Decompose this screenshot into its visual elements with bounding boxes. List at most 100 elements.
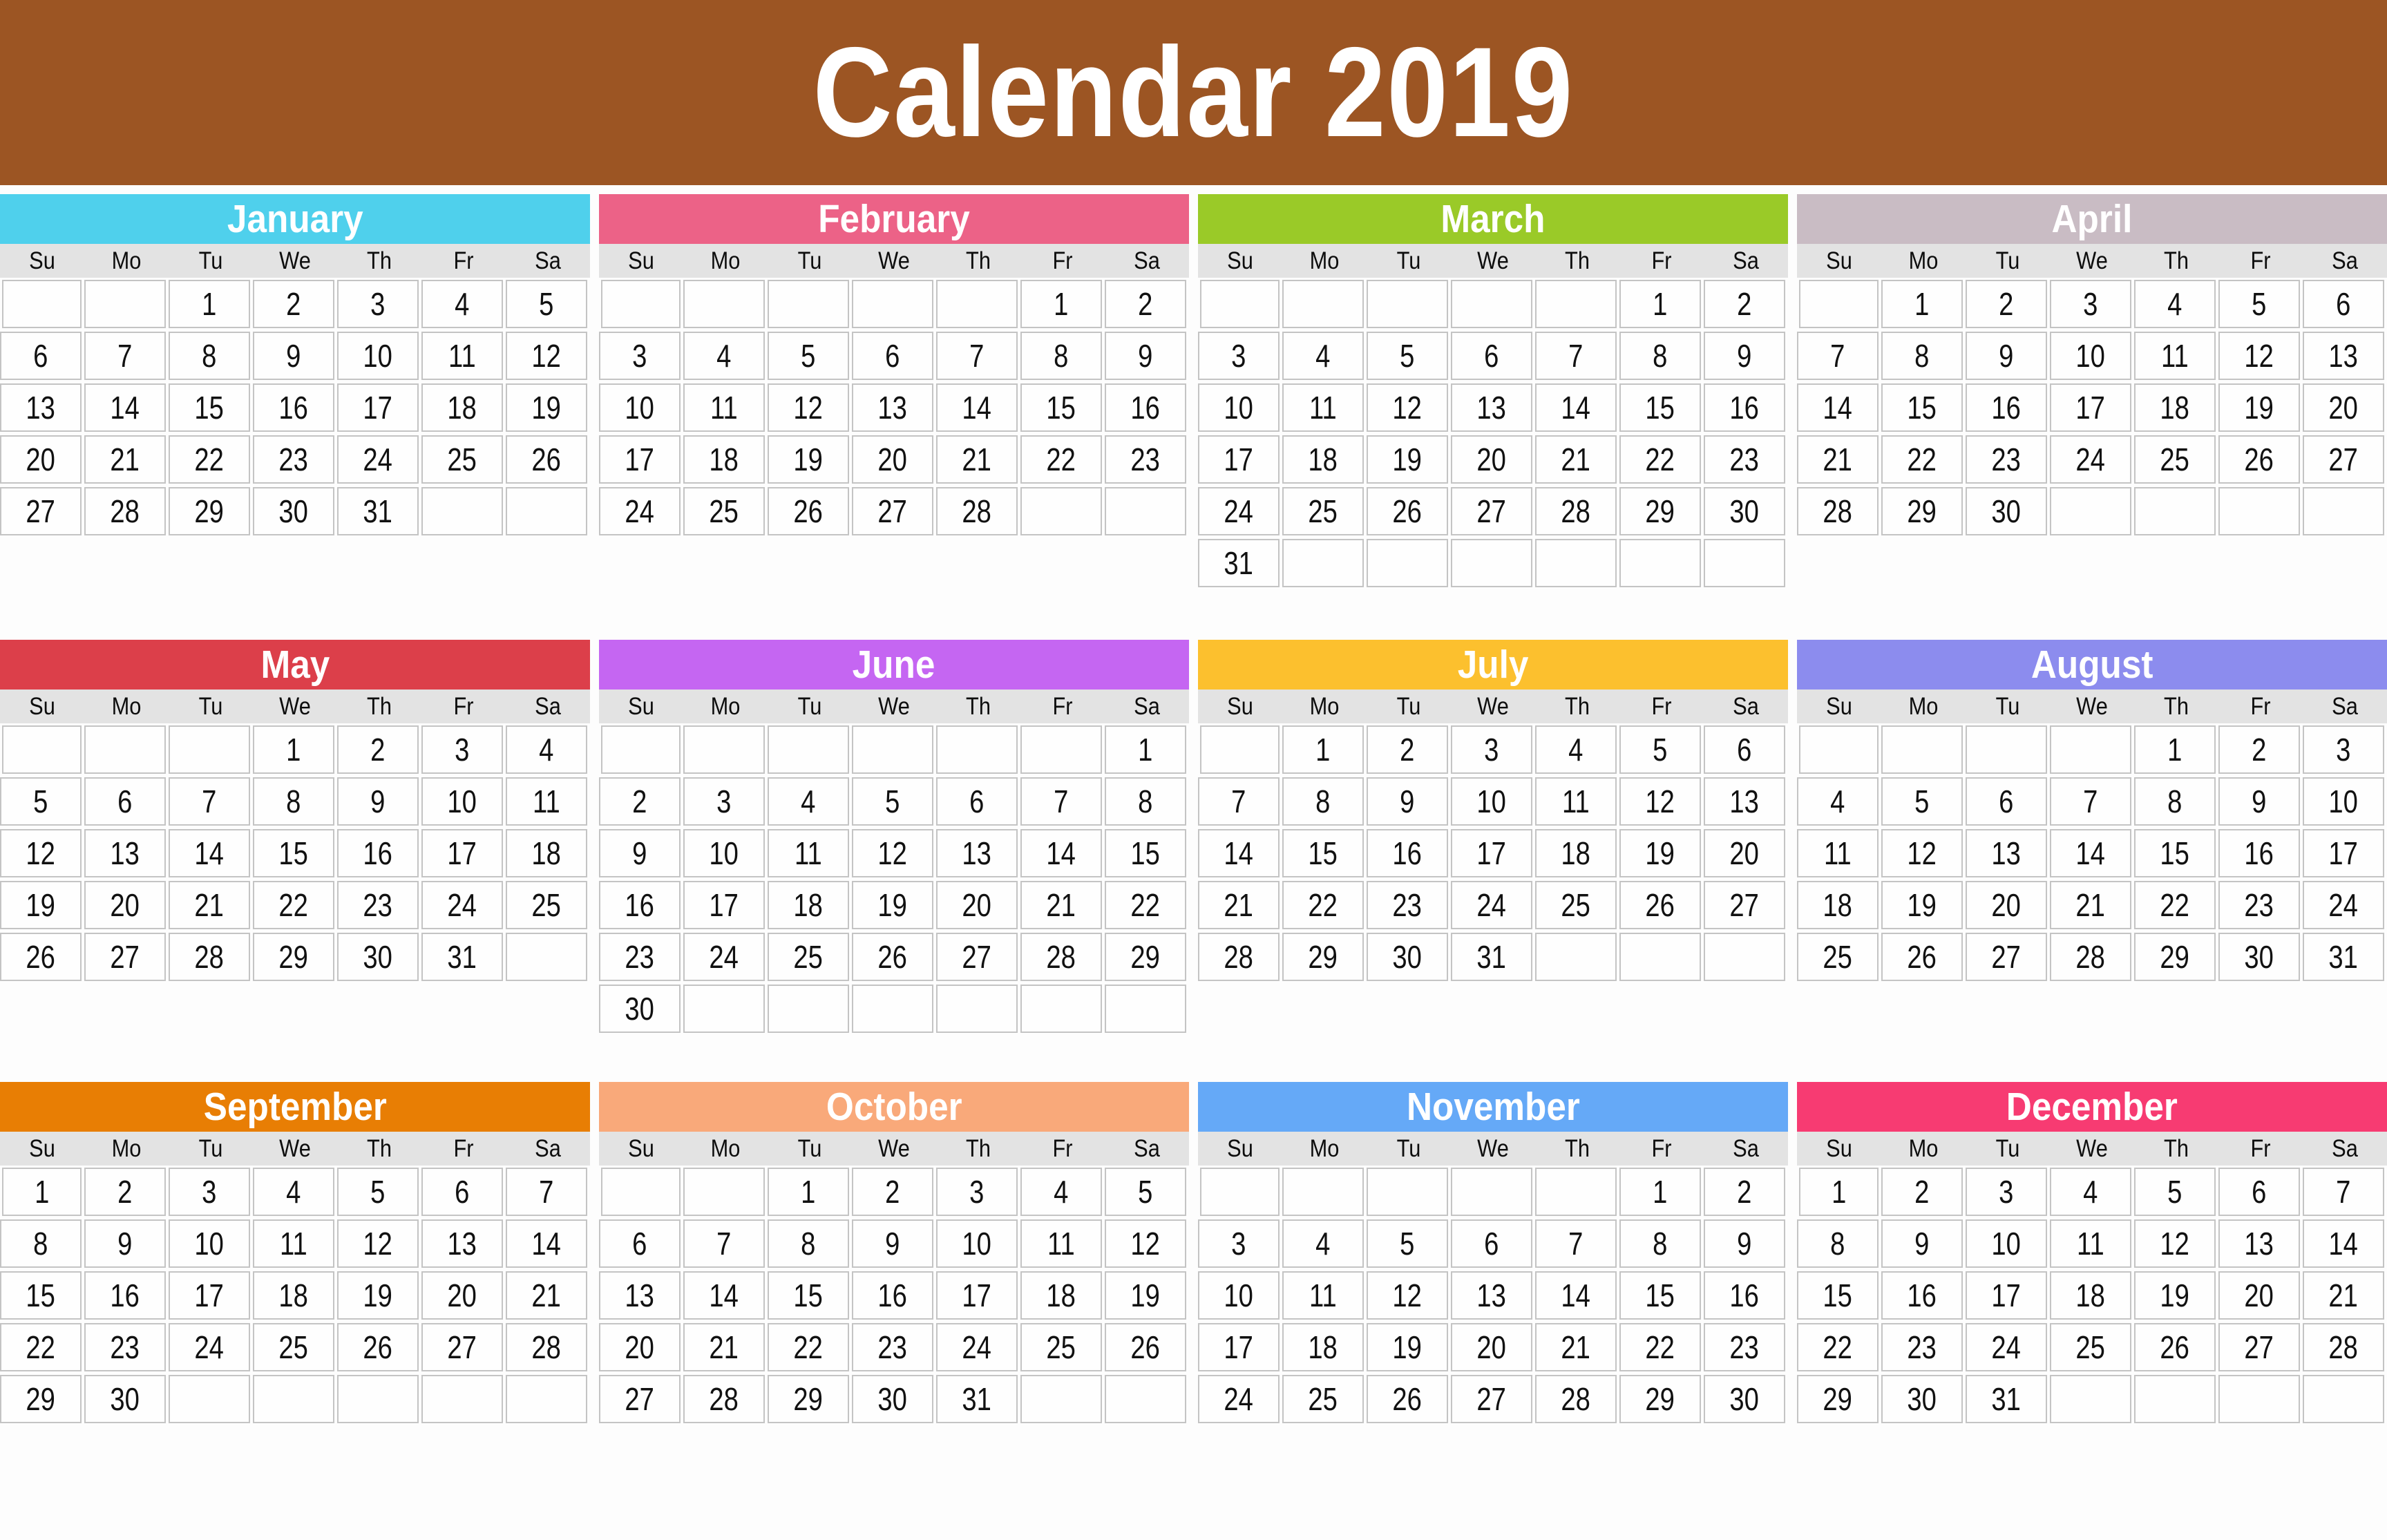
day-cell[interactable]: 18	[2134, 383, 2216, 432]
day-cell[interactable]: 18	[2050, 1271, 2131, 1320]
day-cell[interactable]: 27	[2303, 435, 2384, 484]
day-cell[interactable]: 9	[1105, 332, 1186, 380]
day-cell[interactable]: 11	[2134, 332, 2216, 380]
day-cell[interactable]: 20	[936, 881, 1018, 929]
day-cell[interactable]: 7	[1535, 1219, 1617, 1268]
day-cell[interactable]: 30	[84, 1375, 166, 1423]
day-cell[interactable]: 17	[1198, 1323, 1280, 1371]
day-cell[interactable]: 26	[768, 487, 849, 535]
day-cell[interactable]: 26	[0, 933, 82, 981]
day-cell[interactable]: 31	[337, 487, 419, 535]
day-cell[interactable]: 28	[1020, 933, 1102, 981]
day-cell[interactable]: 11	[506, 777, 587, 826]
day-cell[interactable]: 6	[421, 1168, 503, 1216]
day-cell[interactable]: 13	[84, 829, 166, 877]
day-cell[interactable]: 11	[1535, 777, 1617, 826]
day-cell[interactable]: 24	[599, 487, 681, 535]
day-cell[interactable]: 3	[337, 280, 419, 328]
day-cell[interactable]: 12	[1619, 777, 1701, 826]
day-cell[interactable]: 20	[0, 435, 82, 484]
day-cell[interactable]: 4	[1282, 1219, 1364, 1268]
day-cell[interactable]: 27	[936, 933, 1018, 981]
day-cell[interactable]: 10	[1198, 383, 1280, 432]
day-cell[interactable]: 3	[936, 1168, 1018, 1216]
day-cell[interactable]: 17	[169, 1271, 250, 1320]
day-cell[interactable]: 18	[506, 829, 587, 877]
day-cell[interactable]: 21	[2303, 1271, 2384, 1320]
day-cell[interactable]: 17	[1198, 435, 1280, 484]
day-cell[interactable]: 10	[1451, 777, 1532, 826]
day-cell[interactable]: 16	[253, 383, 334, 432]
day-cell[interactable]: 29	[1619, 487, 1701, 535]
day-cell[interactable]: 16	[1105, 383, 1186, 432]
day-cell[interactable]: 13	[1704, 777, 1785, 826]
day-cell[interactable]: 22	[0, 1323, 82, 1371]
day-cell[interactable]: 16	[1881, 1271, 1963, 1320]
day-cell[interactable]: 25	[1282, 1375, 1364, 1423]
day-cell[interactable]: 27	[1704, 881, 1785, 929]
day-cell[interactable]: 3	[169, 1168, 250, 1216]
day-cell[interactable]: 30	[1966, 487, 2047, 535]
day-cell[interactable]: 26	[1105, 1323, 1186, 1371]
day-cell[interactable]: 9	[1704, 332, 1785, 380]
day-cell[interactable]: 18	[1282, 1323, 1364, 1371]
day-cell[interactable]: 8	[0, 1219, 82, 1268]
day-cell[interactable]: 10	[936, 1219, 1018, 1268]
day-cell[interactable]: 25	[768, 933, 849, 981]
day-cell[interactable]: 15	[1105, 829, 1186, 877]
day-cell[interactable]: 18	[683, 435, 765, 484]
day-cell[interactable]: 13	[599, 1271, 681, 1320]
day-cell[interactable]: 10	[599, 383, 681, 432]
day-cell[interactable]: 16	[1704, 1271, 1785, 1320]
day-cell[interactable]: 18	[1282, 435, 1364, 484]
day-cell[interactable]: 31	[936, 1375, 1018, 1423]
day-cell[interactable]: 2	[84, 1168, 166, 1216]
day-cell[interactable]: 29	[1619, 1375, 1701, 1423]
day-cell[interactable]: 25	[1797, 933, 1879, 981]
day-cell[interactable]: 7	[2050, 777, 2131, 826]
day-cell[interactable]: 30	[1704, 487, 1785, 535]
day-cell[interactable]: 20	[1451, 1323, 1532, 1371]
day-cell[interactable]: 14	[2303, 1219, 2384, 1268]
day-cell[interactable]: 6	[84, 777, 166, 826]
day-cell[interactable]: 17	[1451, 829, 1532, 877]
day-cell[interactable]: 5	[768, 332, 849, 380]
day-cell[interactable]: 28	[936, 487, 1018, 535]
day-cell[interactable]: 15	[768, 1271, 849, 1320]
day-cell[interactable]: 28	[2303, 1323, 2384, 1371]
day-cell[interactable]: 2	[1105, 280, 1186, 328]
day-cell[interactable]: 28	[84, 487, 166, 535]
day-cell[interactable]: 30	[1367, 933, 1448, 981]
day-cell[interactable]: 12	[1367, 1271, 1448, 1320]
day-cell[interactable]: 2	[253, 280, 334, 328]
day-cell[interactable]: 20	[1704, 829, 1785, 877]
day-cell[interactable]: 16	[852, 1271, 933, 1320]
day-cell[interactable]: 2	[852, 1168, 933, 1216]
day-cell[interactable]: 11	[1282, 1271, 1364, 1320]
day-cell[interactable]: 19	[1881, 881, 1963, 929]
day-cell[interactable]: 20	[1451, 435, 1532, 484]
day-cell[interactable]: 24	[1966, 1323, 2047, 1371]
day-cell[interactable]: 18	[253, 1271, 334, 1320]
day-cell[interactable]: 5	[1105, 1168, 1186, 1216]
day-cell[interactable]: 28	[1797, 487, 1879, 535]
day-cell[interactable]: 14	[683, 1271, 765, 1320]
day-cell[interactable]: 29	[253, 933, 334, 981]
day-cell[interactable]: 14	[2050, 829, 2131, 877]
day-cell[interactable]: 5	[852, 777, 933, 826]
day-cell[interactable]: 17	[2050, 383, 2131, 432]
day-cell[interactable]: 22	[1881, 435, 1963, 484]
day-cell[interactable]: 8	[1020, 332, 1102, 380]
day-cell[interactable]: 17	[936, 1271, 1018, 1320]
day-cell[interactable]: 14	[1535, 383, 1617, 432]
day-cell[interactable]: 21	[84, 435, 166, 484]
day-cell[interactable]: 2	[2218, 725, 2300, 774]
day-cell[interactable]: 6	[599, 1219, 681, 1268]
day-cell[interactable]: 28	[683, 1375, 765, 1423]
day-cell[interactable]: 24	[2050, 435, 2131, 484]
day-cell[interactable]: 2	[1367, 725, 1448, 774]
day-cell[interactable]: 22	[1282, 881, 1364, 929]
day-cell[interactable]: 23	[84, 1323, 166, 1371]
day-cell[interactable]: 25	[506, 881, 587, 929]
day-cell[interactable]: 5	[2218, 280, 2300, 328]
